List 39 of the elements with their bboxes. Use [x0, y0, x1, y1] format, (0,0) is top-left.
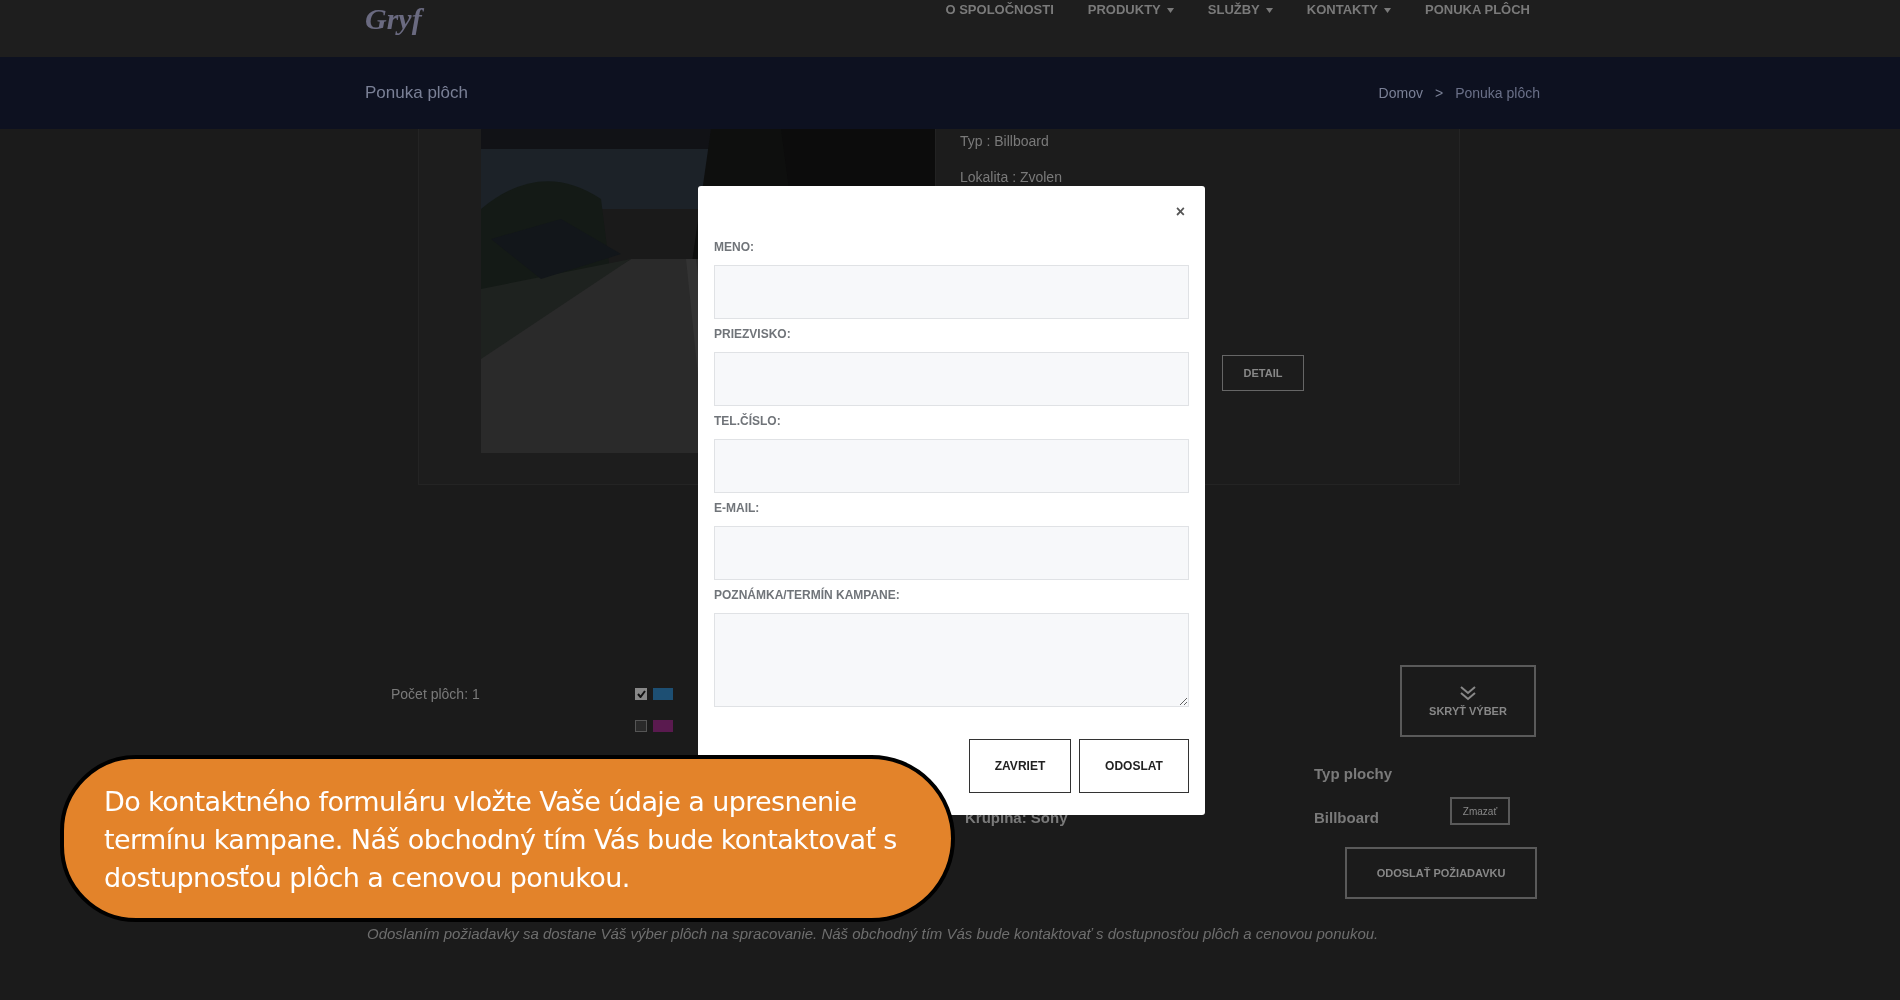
- close-dialog-button[interactable]: ZAVRIET: [969, 739, 1071, 793]
- column-heading: Typ plochy: [1314, 765, 1393, 782]
- field-label: MENO:: [714, 240, 755, 254]
- double-chevron-icon: [1459, 685, 1477, 701]
- nav-link[interactable]: PONUKA PLÔCH: [1425, 2, 1530, 18]
- note-field[interactable]: [714, 613, 1189, 707]
- detail-text: Lokalita : Zvolen: [960, 169, 1063, 185]
- detail-button[interactable]: DETAIL: [1222, 355, 1304, 391]
- input-field[interactable]: [714, 265, 1189, 319]
- logo[interactable]: Gryf: [365, 2, 422, 36]
- breadcrumb-separator: >: [1434, 85, 1444, 101]
- checkbox[interactable]: [635, 688, 647, 700]
- caret-icon: [1384, 7, 1392, 13]
- hide-selection-button[interactable]: SKRYŤ VÝBER: [1400, 665, 1536, 737]
- field-label: PRIEZVISKO:: [714, 327, 792, 341]
- info-text: Odoslaním požiadavky sa dostane Váš výber plôch na spracovanie. Náš obchodný tím Vás bude kontaktovať s dostupnosťou plôch a cenovou ponukou.: [367, 925, 1379, 942]
- input-field[interactable]: [714, 439, 1189, 493]
- field-label: E-MAIL:: [714, 501, 761, 515]
- send-button[interactable]: ODOSLAT: [1079, 739, 1189, 793]
- nav-link[interactable]: PRODUKTY: [1087, 2, 1174, 18]
- field-label: POZNÁMKA/TERMÍN KAMPANE:: [714, 588, 901, 602]
- page-title: Ponuka plôch: [365, 83, 469, 103]
- detail-text: Typ : Billboard: [960, 133, 1050, 149]
- count-text: Počet plôch: 1: [391, 686, 480, 702]
- input-field[interactable]: [714, 526, 1189, 580]
- item-type: Billboard: [1314, 809, 1379, 826]
- caret-icon: [1166, 7, 1174, 13]
- close-button[interactable]: ×: [1171, 204, 1189, 220]
- breadcrumb-link[interactable]: Domov: [1378, 85, 1423, 101]
- nav-link[interactable]: O SPOLOČNOSTI: [945, 2, 1054, 18]
- remove-button[interactable]: Zmazať: [1450, 797, 1510, 825]
- caret-icon: [1265, 7, 1273, 13]
- nav-link[interactable]: SLUŽBY: [1207, 2, 1273, 18]
- submit-request-button[interactable]: ODOSLAŤ POŽIADAVKU: [1345, 847, 1537, 899]
- input-field[interactable]: [714, 352, 1189, 406]
- nav-link[interactable]: KONTAKTY: [1306, 2, 1392, 18]
- field-label: TEL.ČÍSLO:: [714, 414, 782, 428]
- checkbox[interactable]: [635, 720, 647, 732]
- callout-text: Do kontaktného formuláru vložte Vaše údaje a upresnenie termínu kampane. Náš obchodný tím Vás bude kontaktovať s dostupnosťou plôch a cenovou ponukou.: [104, 785, 898, 895]
